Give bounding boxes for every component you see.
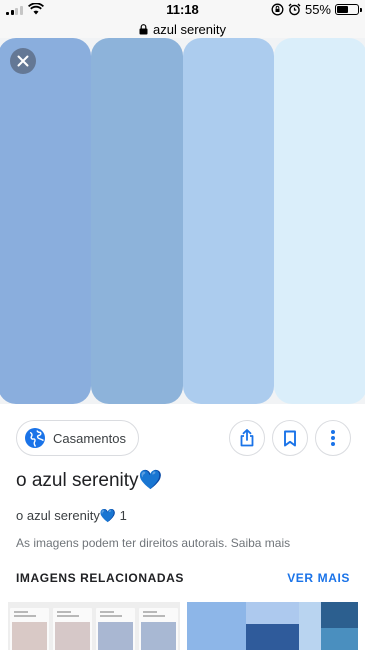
url-text: azul serenity: [153, 21, 226, 37]
color-swatch-4: [274, 38, 365, 404]
status-bar: 11:18 55%: [0, 0, 365, 20]
battery-percent: 55%: [304, 2, 331, 17]
see-more-link[interactable]: VER MAIS: [287, 571, 350, 585]
source-chip[interactable]: Casamentos: [16, 420, 139, 456]
close-icon: [17, 55, 29, 67]
copyright-notice[interactable]: As imagens podem ter direitos autorais. …: [16, 536, 290, 550]
lock-icon: [139, 23, 148, 34]
more-vert-icon: [331, 430, 335, 446]
battery-icon: [335, 4, 362, 15]
color-swatch-3: [183, 38, 274, 404]
save-button[interactable]: [272, 420, 308, 456]
image-title[interactable]: o azul serenity💙: [16, 468, 162, 492]
related-images-header: IMAGENS RELACIONADAS: [16, 571, 185, 585]
color-swatch-1: [0, 38, 91, 404]
globe-icon: [25, 428, 45, 448]
more-options-button[interactable]: [315, 420, 351, 456]
url-bar[interactable]: azul serenity: [0, 20, 365, 38]
alarm-icon: [288, 3, 301, 16]
source-label: Casamentos: [53, 430, 126, 446]
related-image-1[interactable]: [8, 602, 180, 650]
related-image-2[interactable]: [187, 602, 358, 650]
image-viewer[interactable]: [0, 38, 365, 404]
share-button[interactable]: [229, 420, 265, 456]
bookmark-icon: [284, 430, 296, 446]
orientation-lock-icon: [271, 3, 284, 16]
image-subtitle: o azul serenity💙 1: [16, 508, 127, 523]
close-button[interactable]: [10, 48, 36, 74]
color-swatch-2: [91, 38, 183, 404]
share-icon: [240, 429, 254, 447]
